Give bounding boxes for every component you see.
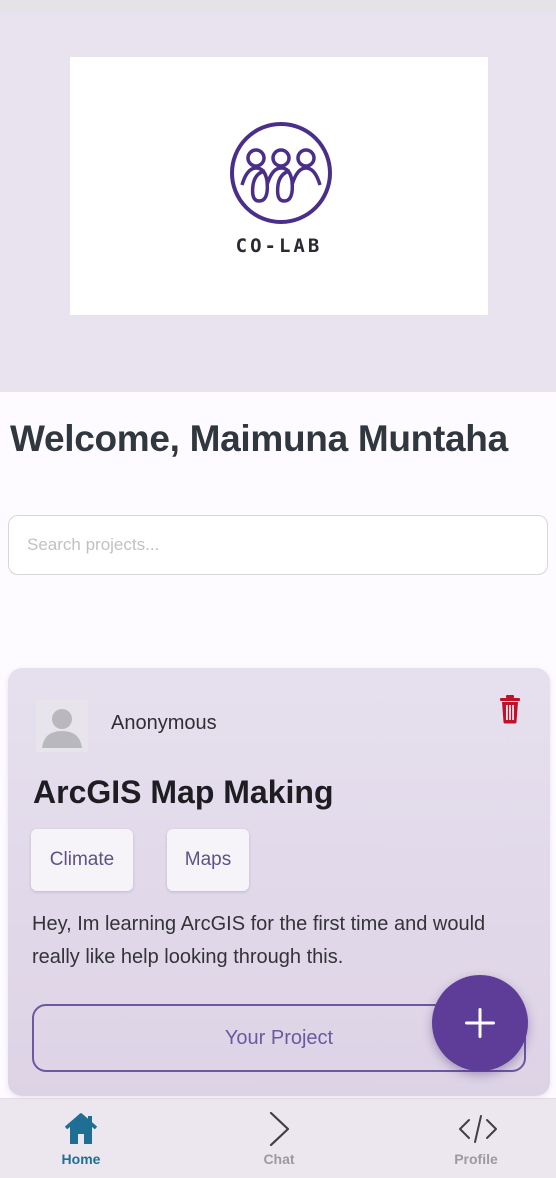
- logo: CO-LAB: [70, 57, 488, 315]
- nav-item-home[interactable]: Home: [21, 1099, 141, 1178]
- home-screen: CO-LAB Welcome, Maimuna Muntaha Anonymou…: [0, 0, 556, 1178]
- your-project-label: Your Project: [224, 1026, 334, 1049]
- author-name: Anonymous: [111, 712, 217, 734]
- nav-item-chat[interactable]: Chat: [219, 1099, 339, 1178]
- status-bar: [0, 0, 556, 12]
- project-description: Hey, Im learning ArcGIS for the first ti…: [32, 913, 486, 968]
- team-logo-icon: [230, 122, 332, 224]
- tag-chip[interactable]: Maps: [167, 829, 249, 891]
- home-icon: [64, 1113, 98, 1144]
- search-input[interactable]: [8, 515, 548, 575]
- nav-label-chat: Chat: [263, 1151, 295, 1167]
- nav-label-home: Home: [61, 1151, 101, 1167]
- logo-text: CO-LAB: [235, 235, 323, 257]
- bottom-nav: Home Chat Profile: [0, 1098, 556, 1178]
- code-icon: [459, 1115, 497, 1143]
- avatar-icon: [36, 700, 88, 752]
- nav-item-profile[interactable]: Profile: [416, 1099, 536, 1178]
- chevron-right-icon: [269, 1111, 290, 1147]
- add-project-button[interactable]: [432, 975, 528, 1071]
- hero-banner: CO-LAB: [0, 12, 556, 392]
- welcome-heading: Welcome, Maimuna Muntaha: [10, 418, 508, 459]
- plus-icon: [465, 1008, 495, 1038]
- project-title: ArcGIS Map Making: [33, 774, 334, 810]
- nav-label-profile: Profile: [454, 1151, 498, 1167]
- tag-chip[interactable]: Climate: [31, 829, 133, 891]
- trash-icon[interactable]: [498, 694, 522, 724]
